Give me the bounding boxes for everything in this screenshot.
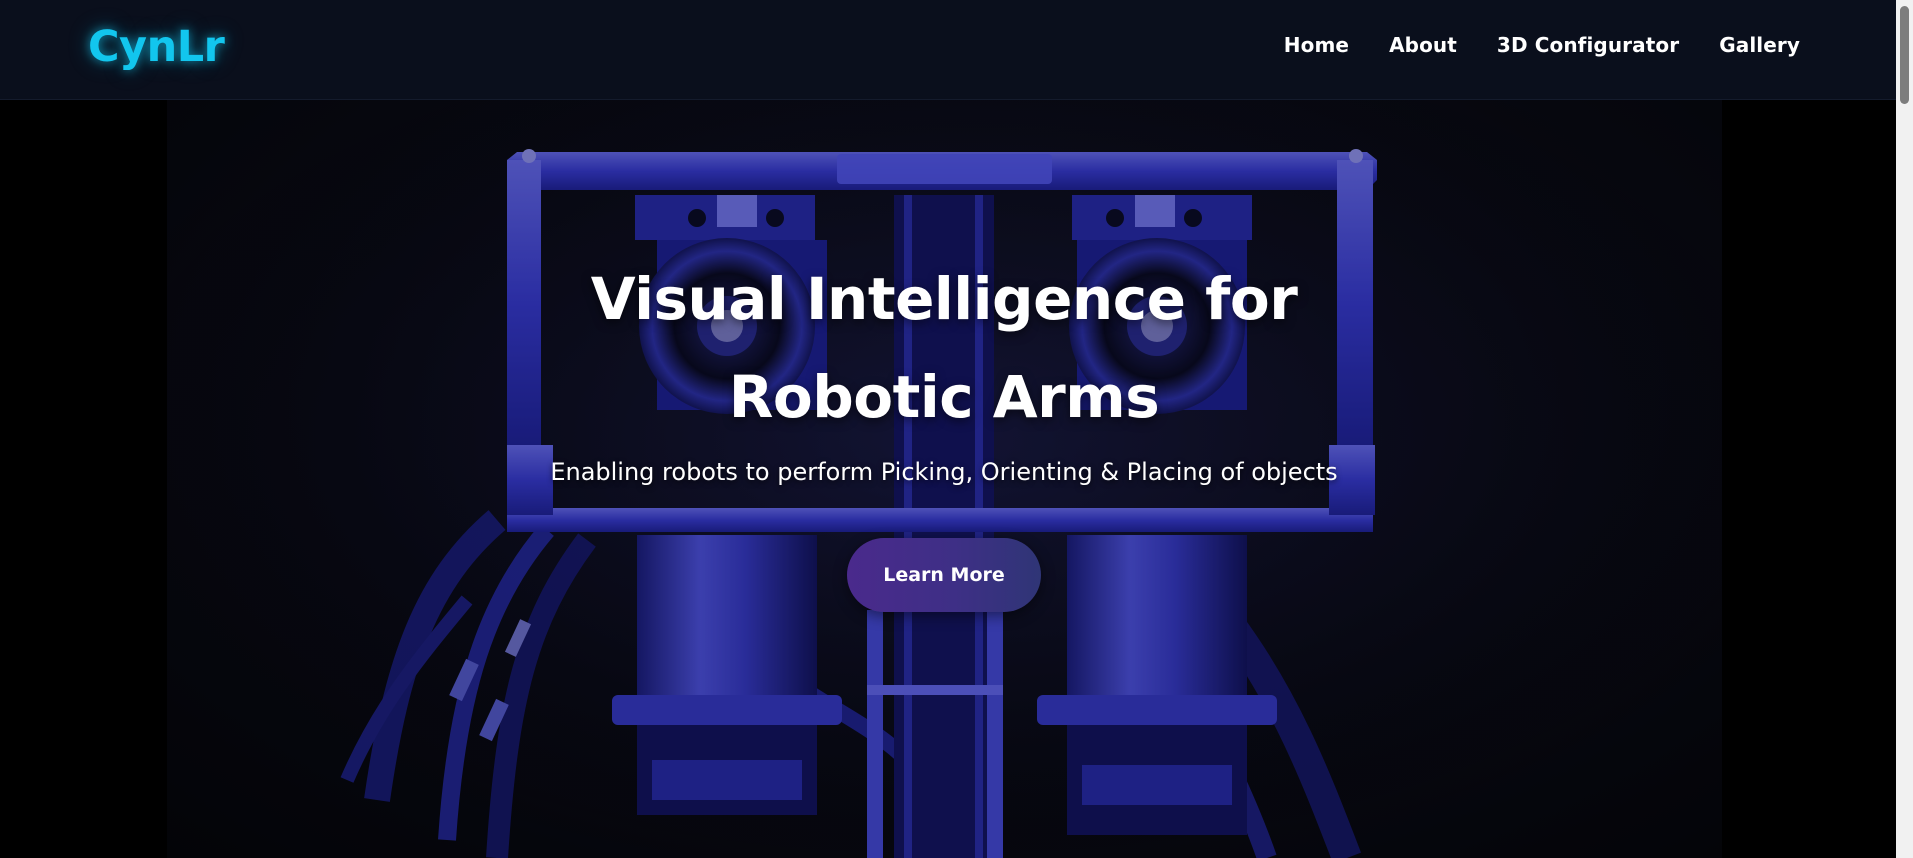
- motor-right: [1037, 535, 1277, 835]
- nav-link-home[interactable]: Home: [1284, 33, 1349, 57]
- hero-subtitle: Enabling robots to perform Picking, Orie…: [550, 458, 1338, 486]
- logo[interactable]: CynLr: [88, 22, 225, 72]
- page-scrollbar[interactable]: [1896, 0, 1913, 858]
- nav-link-about[interactable]: About: [1389, 33, 1457, 57]
- hero-section: Visual Intelligence for Robotic Arms Ena…: [167, 100, 1722, 858]
- page: CynLr Home About 3D Configurator Gallery: [0, 0, 1913, 858]
- nav-link-gallery[interactable]: Gallery: [1719, 33, 1800, 57]
- navbar: CynLr Home About 3D Configurator Gallery: [0, 0, 1896, 100]
- learn-more-button[interactable]: Learn More: [847, 538, 1041, 612]
- scrollbar-thumb[interactable]: [1900, 6, 1909, 104]
- hero-title: Visual Intelligence for Robotic Arms: [590, 265, 1298, 431]
- motor-left: [612, 535, 842, 815]
- nav-links: Home About 3D Configurator Gallery: [1284, 33, 1800, 57]
- nav-link-3d-configurator[interactable]: 3D Configurator: [1497, 33, 1679, 57]
